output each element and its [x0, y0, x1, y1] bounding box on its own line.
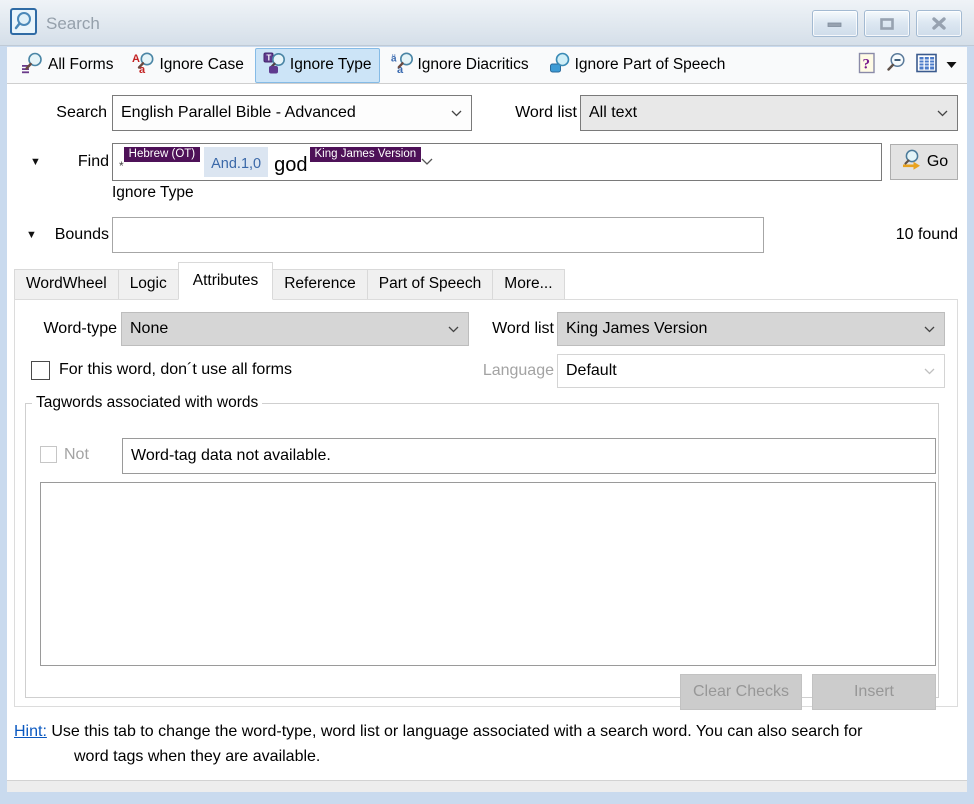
all-forms-checkbox-label: For this word, don´t use all forms — [59, 354, 292, 386]
window-search-icon — [10, 8, 37, 40]
toolbar-item-ignore-diacritics[interactable]: ä a Ignore Diacritics — [383, 48, 537, 83]
toolbar-label: Ignore Part of Speech — [575, 56, 726, 74]
help-icon[interactable]: ? — [858, 52, 876, 79]
insert-button[interactable]: Insert — [812, 674, 936, 710]
bounds-input[interactable] — [112, 217, 764, 253]
wordlist-attr-value: King James Version — [566, 320, 707, 338]
close-button[interactable] — [916, 10, 962, 37]
zoom-out-icon[interactable] — [885, 52, 907, 79]
window-title: Search — [46, 14, 812, 34]
find-combobox[interactable]: * Hebrew (OT) And.1,0 god King James Ver… — [112, 143, 882, 181]
wordlist-top-combobox[interactable]: All text — [580, 95, 958, 131]
search-source-value: English Parallel Bible - Advanced — [121, 104, 356, 122]
wordtype-label: Word-type — [15, 312, 117, 346]
search-term: god — [274, 154, 307, 177]
toolbar-item-all-forms[interactable]: All Forms — [13, 48, 121, 83]
title-bar: Search — [0, 0, 974, 46]
minimize-button[interactable] — [812, 10, 858, 37]
ignore-diacritics-icon: ä a — [391, 52, 413, 79]
search-window-body: All Forms A a Ignore Case T — [7, 47, 967, 792]
search-toolbar: All Forms A a Ignore Case T — [7, 47, 967, 84]
chevron-down-icon — [937, 104, 948, 122]
hint-link[interactable]: Hint: — [14, 723, 47, 740]
toolbar-item-ignore-case[interactable]: A a Ignore Case — [124, 48, 251, 83]
toolbar-item-ignore-type[interactable]: T Ignore Type — [255, 48, 380, 83]
bounds-collapse-arrow[interactable]: ▼ — [26, 217, 37, 253]
tab-more[interactable]: More... — [492, 269, 564, 300]
tab-strip: WordWheel Logic Attributes Reference Par… — [14, 263, 564, 300]
go-search-icon — [900, 149, 923, 176]
chevron-down-icon — [451, 104, 462, 122]
language-combobox[interactable]: Default — [557, 354, 945, 388]
find-collapse-arrow[interactable]: ▼ — [30, 143, 41, 181]
toolbar-item-ignore-part-of-speech[interactable]: Ignore Part of Speech — [540, 48, 734, 83]
wordlist-top-label: Word list — [475, 95, 577, 131]
language-label: Language — [455, 354, 554, 388]
tagwords-groupbox: Tagwords associated with words Not Clear… — [25, 394, 939, 698]
all-forms-icon — [21, 52, 43, 79]
tab-reference[interactable]: Reference — [272, 269, 368, 300]
search-source-label: Search — [7, 95, 107, 131]
wordtype-value: None — [130, 320, 168, 338]
svg-text:?: ? — [863, 56, 871, 72]
toolbar-dropdown-arrow-icon[interactable] — [946, 56, 957, 74]
wordlist-attr-label: Word list — [455, 312, 554, 346]
language-value: Default — [566, 362, 617, 380]
chevron-down-icon — [924, 320, 935, 338]
tagwords-listbox[interactable] — [40, 482, 936, 666]
svg-text:T: T — [266, 53, 271, 62]
tab-logic[interactable]: Logic — [118, 269, 179, 300]
ignore-case-icon: A a — [132, 52, 154, 79]
wordlist-attr-combobox[interactable]: King James Version — [557, 312, 945, 346]
tagwords-group-title: Tagwords associated with words — [32, 394, 262, 412]
search-source-combobox[interactable]: English Parallel Bible - Advanced — [112, 95, 472, 131]
bounds-label: Bounds — [43, 217, 109, 253]
results-count: 10 found — [896, 217, 958, 253]
svg-text:ä: ä — [391, 53, 397, 64]
find-status-text: Ignore Type — [112, 184, 194, 202]
wordtag-status-field[interactable] — [122, 438, 936, 474]
tab-part-of-speech[interactable]: Part of Speech — [367, 269, 494, 300]
version-tag-badge: King James Version — [310, 147, 422, 162]
toolbar-label: Ignore Diacritics — [418, 56, 529, 74]
not-checkbox[interactable] — [40, 446, 57, 463]
clear-checks-button[interactable]: Clear Checks — [680, 674, 802, 710]
language-tag-badge: Hebrew (OT) — [124, 147, 200, 162]
attributes-tab-panel: Word-type None Word list King James Vers… — [14, 299, 958, 707]
toolbar-label: Ignore Case — [159, 56, 243, 74]
toolbar-label: Ignore Type — [290, 56, 372, 74]
not-checkbox-label: Not — [64, 440, 89, 470]
footer-strip — [7, 780, 967, 792]
all-forms-checkbox[interactable] — [31, 361, 50, 380]
tab-attributes[interactable]: Attributes — [178, 262, 273, 300]
hint-body: Use this tab to change the word-type, wo… — [47, 723, 863, 765]
chevron-down-icon[interactable] — [421, 153, 433, 171]
chevron-down-icon — [924, 362, 935, 380]
go-button[interactable]: Go — [890, 144, 958, 180]
maximize-button[interactable] — [864, 10, 910, 37]
toolbar-label: All Forms — [48, 56, 113, 74]
hint-text: Hint: Use this tab to change the word-ty… — [14, 719, 866, 769]
find-label: Find — [47, 143, 109, 181]
go-button-label: Go — [927, 153, 948, 171]
tab-wordwheel[interactable]: WordWheel — [14, 269, 119, 300]
ignore-type-icon: T — [263, 52, 285, 79]
wordtype-combobox[interactable]: None — [121, 312, 469, 346]
ignore-part-of-speech-icon — [548, 52, 570, 79]
report-grid-icon[interactable] — [916, 53, 937, 78]
wordlist-top-value: All text — [589, 104, 637, 122]
operator-chip: And.1,0 — [204, 147, 268, 177]
